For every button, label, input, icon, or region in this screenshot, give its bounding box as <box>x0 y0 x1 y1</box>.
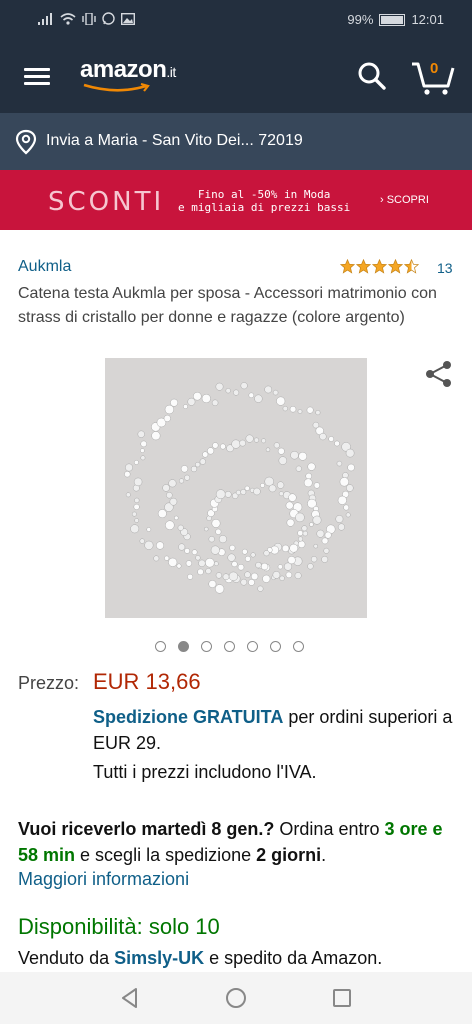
brand-link[interactable]: Aukmla <box>18 258 71 276</box>
product-title: Catena testa Aukmla per sposa - Accessor… <box>18 285 437 326</box>
carousel-dot[interactable] <box>155 641 166 652</box>
amazon-logo[interactable]: amazon.it <box>80 56 176 84</box>
logo-tld: .it <box>166 64 176 80</box>
delivery-question: Vuoi riceverlo martedì 8 gen.? <box>18 819 275 839</box>
seller-suffix: e spedito da Amazon. <box>204 948 383 968</box>
price-label: Prezzo: <box>18 673 80 693</box>
delivery-estimate: Vuoi riceverlo martedì 8 gen.? Ordina en… <box>18 816 458 868</box>
promo-line-2: e migliaia di prezzi bassi <box>178 201 351 214</box>
image-icon <box>121 12 135 25</box>
promo-line-1: Fino al -50% in Moda <box>197 188 331 201</box>
cart-count: 0 <box>430 60 439 77</box>
star-icon <box>388 259 403 274</box>
status-icons <box>38 12 135 25</box>
price-value: EUR 13,66 <box>93 669 201 694</box>
carousel-dot[interactable] <box>178 641 189 652</box>
rating-stars[interactable] <box>340 259 419 274</box>
vat-note: Tutti i prezzi includono l'IVA. <box>93 762 317 782</box>
promo-cta[interactable]: › SCOPRI <box>380 194 429 206</box>
carousel-dot[interactable] <box>224 641 235 652</box>
whatsapp-icon <box>102 12 115 25</box>
back-icon[interactable] <box>118 986 142 1010</box>
delivery-location-bar[interactable]: Invia a Maria - San Vito Dei... 72019 <box>0 113 472 170</box>
more-info-link[interactable]: Maggiori informazioni <box>18 869 189 890</box>
system-nav-bar <box>0 972 472 1024</box>
recent-apps-icon[interactable] <box>330 986 354 1010</box>
carousel-dot[interactable] <box>201 641 212 652</box>
home-icon[interactable] <box>224 986 248 1010</box>
carousel-dot[interactable] <box>293 641 304 652</box>
vibrate-icon <box>82 12 96 25</box>
logo-text: amazon <box>80 56 167 83</box>
delivery-text-6: . <box>321 845 327 865</box>
battery-text: 99% <box>347 12 374 27</box>
image-carousel-dots <box>155 641 304 652</box>
search-icon[interactable] <box>356 60 388 92</box>
promo-lines: Fino al -50% in Moda e migliaia di prezz… <box>178 188 350 214</box>
clock: 12:01 <box>411 12 444 27</box>
wifi-icon <box>60 12 76 25</box>
signal-icon <box>38 12 52 25</box>
app-header: amazon.it 0 <box>0 40 472 113</box>
promo-banner[interactable]: SCONTI Fino al -50% in Moda e migliaia d… <box>0 170 472 230</box>
delivery-location-text: Invia a Maria - San Vito Dei... 72019 <box>46 132 303 149</box>
seller-prefix: Venduto da <box>18 948 115 968</box>
rating-count[interactable]: 13 <box>437 260 453 276</box>
battery-fill <box>381 15 404 24</box>
star-icon <box>372 259 387 274</box>
promo-word: SCONTI <box>48 187 165 217</box>
carousel-dot[interactable] <box>270 641 281 652</box>
carousel-dot[interactable] <box>247 641 258 652</box>
delivery-text-4: e scegli la spedizione <box>75 845 257 865</box>
logo-smile-icon <box>83 83 150 92</box>
delivery-speed: 2 giorni <box>256 845 322 865</box>
shipping-info: Spedizione GRATUITA per ordini superiori… <box>93 704 453 756</box>
product-photo <box>105 358 367 618</box>
location-pin-icon <box>15 129 37 155</box>
status-right: 99% 12:01 <box>347 12 444 27</box>
free-shipping-link[interactable]: Spedizione GRATUITA <box>93 707 283 727</box>
availability: Disponibilità: solo 10 <box>18 914 220 939</box>
seller-link[interactable]: Simsly-UK <box>114 948 204 968</box>
seller-info: Venduto da Simsly-UK e spedito da Amazon… <box>18 948 382 969</box>
share-icon[interactable] <box>425 360 453 388</box>
battery-icon <box>379 13 406 26</box>
star-icon <box>404 259 419 274</box>
menu-icon[interactable] <box>24 68 50 86</box>
delivery-text-2: Ordina entro <box>274 819 385 839</box>
star-icon <box>340 259 355 274</box>
star-icon <box>356 259 371 274</box>
status-bar: 99% 12:01 <box>0 0 472 40</box>
product-image[interactable] <box>105 358 367 618</box>
